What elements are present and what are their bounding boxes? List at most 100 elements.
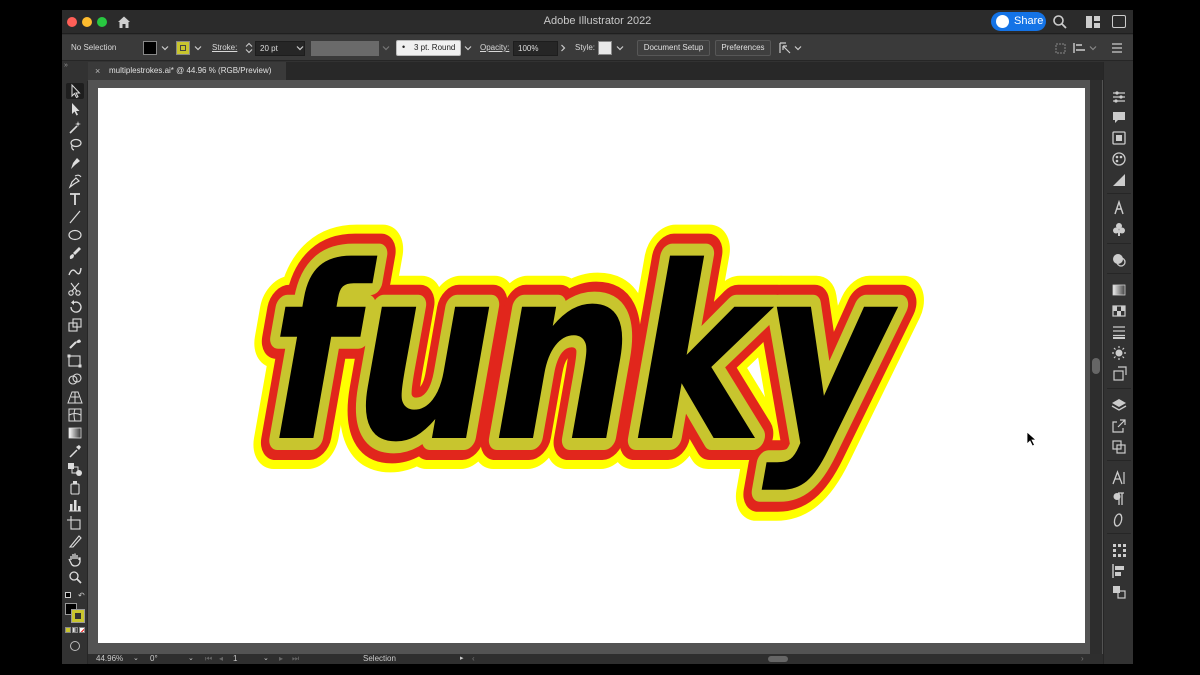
mesh-tool-icon[interactable] [66, 407, 84, 423]
arrange-documents-icon[interactable] [1086, 16, 1100, 28]
paragraph-icon[interactable] [1111, 491, 1127, 507]
vertical-scrollbar[interactable] [1090, 80, 1102, 654]
pathfinder-icon[interactable] [1111, 542, 1127, 558]
graphic-style-swatch[interactable] [598, 41, 612, 55]
stroke-label[interactable]: Stroke: [212, 35, 237, 61]
gradient-tool-icon[interactable] [66, 425, 84, 441]
next-artboard-icon[interactable]: ▸ [279, 654, 283, 664]
gradient-panel-icon[interactable] [1111, 282, 1127, 298]
scroll-right-icon[interactable]: › [1081, 654, 1084, 664]
drawing-mode-icon[interactable] [70, 641, 80, 651]
brush-dropdown-icon[interactable] [464, 44, 472, 52]
stroke-panel-icon[interactable] [1111, 324, 1127, 340]
last-artboard-icon[interactable]: ⏭ [292, 654, 299, 664]
vertical-scrollbar-thumb[interactable] [1092, 358, 1100, 374]
collapse-toolbar-icon[interactable]: » [64, 62, 68, 69]
transform-icon[interactable] [1055, 43, 1066, 54]
stroke-dropdown-chevron-icon[interactable] [194, 44, 202, 52]
gradient-mode-icon[interactable] [72, 627, 78, 633]
select-similar-dropdown-icon[interactable] [794, 44, 802, 52]
align-dropdown-icon[interactable] [1089, 44, 1097, 52]
paintbrush-tool-icon[interactable] [66, 245, 84, 261]
select-similar-icon[interactable] [778, 41, 792, 55]
style-dropdown-icon[interactable] [616, 44, 624, 52]
align-icon[interactable] [1073, 42, 1086, 54]
artboards-icon[interactable] [1111, 439, 1127, 455]
none-mode-icon[interactable] [79, 627, 85, 633]
magic-wand-tool-icon[interactable] [66, 119, 84, 135]
zoom-tool-icon[interactable] [66, 569, 84, 585]
share-button[interactable]: Share [991, 12, 1046, 31]
swap-fill-stroke-icon[interactable]: ↶ [78, 591, 85, 600]
opacity-flyout-icon[interactable] [559, 44, 567, 52]
search-icon[interactable] [1052, 14, 1068, 30]
rotate-dropdown-icon[interactable]: ⌄ [188, 654, 194, 664]
lasso-tool-icon[interactable] [66, 137, 84, 153]
symbols-icon[interactable] [1111, 221, 1127, 237]
blend-tool-icon[interactable] [66, 461, 84, 477]
default-fill-stroke-icon[interactable] [65, 592, 71, 598]
align-panel-icon[interactable] [1111, 563, 1127, 579]
shaper-tool-icon[interactable] [66, 263, 84, 279]
rotate-view-value[interactable]: 0° [150, 654, 158, 664]
previous-artboard-icon[interactable]: ◂ [219, 654, 223, 664]
artboard-tool-icon[interactable] [66, 515, 84, 531]
status-flyout-icon[interactable]: ▸ [460, 654, 464, 664]
scroll-left-icon[interactable]: ‹ [472, 654, 475, 664]
first-artboard-icon[interactable]: ⏮ [205, 654, 212, 664]
type-tool-icon[interactable] [66, 191, 84, 207]
scale-tool-icon[interactable] [66, 317, 84, 333]
funky-text-artwork[interactable]: funky funky funky funky [98, 88, 1085, 643]
transparency-icon[interactable] [1111, 303, 1127, 319]
profile-dropdown-icon[interactable] [382, 44, 390, 52]
stroke-color-box[interactable] [71, 609, 85, 623]
variable-width-profile[interactable] [311, 41, 379, 56]
transform-panel-icon[interactable] [1111, 584, 1127, 600]
stroke-weight-dropdown-icon[interactable] [296, 44, 304, 52]
document-setup-button[interactable]: Document Setup [637, 40, 710, 56]
hand-tool-icon[interactable] [66, 551, 84, 567]
horizontal-scrollbar-thumb[interactable] [768, 656, 788, 662]
zoom-dropdown-icon[interactable]: ⌄ [133, 654, 139, 664]
fill-swatch[interactable] [143, 41, 157, 55]
line-segment-tool-icon[interactable] [66, 209, 84, 225]
fill-dropdown-chevron-icon[interactable] [161, 44, 169, 52]
opacity-label[interactable]: Opacity: [480, 35, 509, 61]
artboard-dropdown-icon[interactable]: ⌄ [263, 654, 269, 664]
perspective-grid-tool-icon[interactable] [66, 389, 84, 405]
artboard[interactable]: funky funky funky funky [98, 88, 1085, 643]
character-icon[interactable] [1111, 470, 1127, 486]
appearance-icon[interactable] [1111, 252, 1127, 268]
opacity-input[interactable]: 100% [513, 41, 558, 56]
export-icon[interactable] [1111, 418, 1127, 434]
scissors-tool-icon[interactable] [66, 281, 84, 297]
free-transform-tool-icon[interactable] [66, 353, 84, 369]
color-themes-icon[interactable] [1111, 151, 1127, 167]
layers-icon[interactable] [1111, 397, 1127, 413]
document-tab[interactable]: × multiplestrokes.ai* @ 44.96 % (RGB/Pre… [88, 62, 286, 80]
slice-tool-icon[interactable] [66, 533, 84, 549]
control-bar-menu-icon[interactable] [1111, 43, 1123, 53]
brush-definition-dropdown[interactable]: • 3 pt. Round [396, 40, 461, 56]
comments-icon[interactable] [1111, 109, 1127, 125]
direct-selection-tool-icon[interactable] [66, 101, 84, 117]
actions-icon[interactable] [1111, 199, 1127, 216]
color-guide-icon[interactable] [1111, 172, 1127, 188]
curvature-tool-icon[interactable] [66, 173, 84, 189]
opentype-icon[interactable] [1111, 512, 1127, 528]
preferences-button[interactable]: Preferences [715, 40, 771, 56]
image-trace-icon[interactable] [1111, 366, 1127, 382]
stroke-swatch[interactable] [176, 41, 190, 55]
canvas-area[interactable]: funky funky funky funky [88, 80, 1103, 654]
eyedropper-tool-icon[interactable] [66, 443, 84, 459]
artboard-number[interactable]: 1 [233, 654, 237, 664]
brightness-icon[interactable] [1111, 345, 1127, 361]
ellipse-tool-icon[interactable] [66, 227, 84, 243]
pen-tool-icon[interactable] [66, 155, 84, 171]
rotate-tool-icon[interactable] [66, 299, 84, 315]
close-tab-icon[interactable]: × [95, 62, 100, 80]
workspace-switcher-icon[interactable] [1112, 15, 1126, 28]
color-mode-icon[interactable] [65, 627, 71, 633]
column-graph-tool-icon[interactable] [66, 497, 84, 513]
selection-tool-icon[interactable] [66, 83, 84, 99]
